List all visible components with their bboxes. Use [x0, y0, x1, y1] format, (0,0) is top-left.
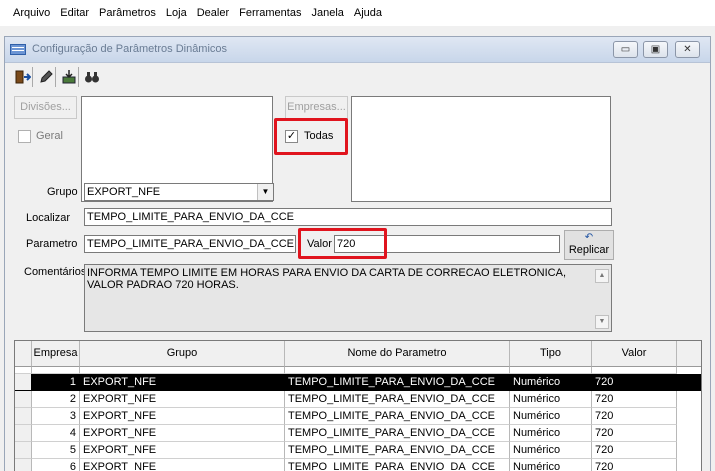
- table-row[interactable]: 5 EXPORT_NFE TEMPO_LIMITE_PARA_ENVIO_DA_CC…: [15, 442, 701, 459]
- table-spacer: [15, 367, 701, 374]
- pencil-icon[interactable]: [36, 67, 56, 87]
- parameters-table: Empresa Grupo Nome do Parametro Tipo Val…: [14, 340, 702, 471]
- cell-empresa: 1: [32, 374, 80, 391]
- grupo-select[interactable]: EXPORT_NFE ▼: [84, 183, 274, 201]
- cell-empresa: 4: [32, 425, 80, 442]
- scroll-up-icon[interactable]: ▲: [595, 269, 609, 283]
- geral-checkbox[interactable]: [18, 130, 31, 143]
- localizar-label: Localizar: [26, 212, 71, 224]
- header-filler: [677, 341, 701, 367]
- row-indicator[interactable]: [15, 374, 32, 391]
- cell-tipo: Numérico: [510, 391, 592, 408]
- menu-arquivo[interactable]: Arquivo: [8, 4, 55, 22]
- table-row[interactable]: 2 EXPORT_NFE TEMPO_LIMITE_PARA_ENVIO_DA_CC…: [15, 391, 701, 408]
- empresas-list[interactable]: [351, 96, 611, 202]
- save-icon[interactable]: [59, 67, 79, 87]
- cell-tipo: Numérico: [510, 408, 592, 425]
- scroll-down-icon[interactable]: ▼: [595, 315, 609, 329]
- cell-empresa: 5: [32, 442, 80, 459]
- empresas-button[interactable]: Empresas...: [285, 96, 348, 119]
- column-header-nome[interactable]: Nome do Parametro: [285, 341, 510, 367]
- row-indicator[interactable]: [15, 425, 32, 442]
- column-header-valor[interactable]: Valor: [592, 341, 677, 367]
- window-title: Configuração de Parâmetros Dinâmicos: [32, 43, 228, 55]
- cell-nome: TEMPO_LIMITE_PARA_ENVIO_DA_CCE: [285, 425, 510, 442]
- row-indicator[interactable]: [15, 459, 32, 471]
- column-header-empresa[interactable]: Empresa: [32, 341, 80, 367]
- exit-icon[interactable]: [13, 67, 33, 87]
- table-row[interactable]: 4 EXPORT_NFE TEMPO_LIMITE_PARA_ENVIO_DA_CC…: [15, 425, 701, 442]
- cell-empresa: 2: [32, 391, 80, 408]
- cell-nome: TEMPO_LIMITE_PARA_ENVIO_DA_CCE: [285, 374, 510, 391]
- menu-parametros[interactable]: Parâmetros: [94, 4, 161, 22]
- cell-valor: 720: [592, 391, 677, 408]
- cell-valor: 720: [592, 459, 677, 471]
- cell-tipo: Numérico: [510, 425, 592, 442]
- row-indicator[interactable]: [15, 391, 32, 408]
- parametro-label: Parametro: [26, 238, 78, 250]
- table-header: Empresa Grupo Nome do Parametro Tipo Val…: [15, 341, 701, 367]
- cell-valor: 720: [592, 425, 677, 442]
- menu-janela[interactable]: Janela: [306, 4, 348, 22]
- geral-label: Geral: [36, 130, 63, 142]
- cell-empresa: 3: [32, 408, 80, 425]
- row-indicator-header: [15, 341, 32, 367]
- table-row[interactable]: 6 EXPORT_NFE TEMPO_LIMITE_PARA_ENVIO_DA_CC…: [15, 459, 701, 471]
- window-app-icon: [10, 44, 26, 55]
- comentarios-line: INFORMA TEMPO LIMITE EM HORAS PARA ENVIO…: [87, 267, 566, 279]
- menu-loja[interactable]: Loja: [161, 4, 192, 22]
- menu-ajuda[interactable]: Ajuda: [349, 4, 387, 22]
- chevron-down-icon[interactable]: ▼: [257, 184, 273, 200]
- cell-valor: 720: [592, 374, 677, 391]
- divisoes-button[interactable]: Divisões...: [14, 96, 77, 119]
- cell-grupo: EXPORT_NFE: [80, 408, 285, 425]
- column-header-grupo[interactable]: Grupo: [80, 341, 285, 367]
- minimize-button[interactable]: ▭: [613, 41, 638, 58]
- comentarios-scrollbar[interactable]: ▲ ▼: [595, 269, 609, 329]
- menu-ferramentas[interactable]: Ferramentas: [234, 4, 306, 22]
- binoculars-icon[interactable]: [82, 67, 102, 87]
- cell-empresa: 6: [32, 459, 80, 471]
- row-indicator[interactable]: [15, 408, 32, 425]
- window-titlebar: Configuração de Parâmetros Dinâmicos ▭ ▣…: [5, 37, 710, 63]
- cell-nome: TEMPO_LIMITE_PARA_ENVIO_DA_CCE: [285, 391, 510, 408]
- comentarios-text: INFORMA TEMPO LIMITE EM HORAS PARA ENVIO…: [85, 265, 611, 293]
- cell-tipo: Numérico: [510, 374, 592, 391]
- menu-dealer[interactable]: Dealer: [192, 4, 234, 22]
- restore-button[interactable]: ▣: [643, 41, 668, 58]
- cell-grupo: EXPORT_NFE: [80, 442, 285, 459]
- cell-grupo: EXPORT_NFE: [80, 459, 285, 471]
- comentarios-textarea[interactable]: INFORMA TEMPO LIMITE EM HORAS PARA ENVIO…: [84, 264, 612, 332]
- cell-grupo: EXPORT_NFE: [80, 391, 285, 408]
- menu-bar: Arquivo Editar Parâmetros Loja Dealer Fe…: [0, 0, 715, 26]
- comentarios-label: Comentários: [24, 266, 87, 278]
- undo-icon: ↶: [584, 232, 594, 243]
- menu-editar[interactable]: Editar: [55, 4, 94, 22]
- grupo-value: EXPORT_NFE: [87, 186, 161, 198]
- localizar-input[interactable]: TEMPO_LIMITE_PARA_ENVIO_DA_CCE: [84, 208, 612, 226]
- table-row[interactable]: 1 EXPORT_NFE TEMPO_LIMITE_PARA_ENVIO_DA_CC…: [15, 374, 701, 391]
- parametro-input[interactable]: TEMPO_LIMITE_PARA_ENVIO_DA_CCE: [84, 235, 296, 253]
- column-header-tipo[interactable]: Tipo: [510, 341, 592, 367]
- grupo-label: Grupo: [47, 186, 78, 198]
- cell-tipo: Numérico: [510, 459, 592, 471]
- comentarios-line: VALOR PADRAO 720 HORAS.: [87, 279, 239, 291]
- todas-highlight: [274, 118, 348, 155]
- cell-grupo: EXPORT_NFE: [80, 425, 285, 442]
- toolbar: [13, 65, 105, 89]
- cell-valor: 720: [592, 408, 677, 425]
- cell-nome: TEMPO_LIMITE_PARA_ENVIO_DA_CCE: [285, 408, 510, 425]
- close-button[interactable]: ✕: [675, 41, 700, 58]
- table-row[interactable]: 3 EXPORT_NFE TEMPO_LIMITE_PARA_ENVIO_DA_CC…: [15, 408, 701, 425]
- cell-valor: 720: [592, 442, 677, 459]
- replicar-button[interactable]: ↶ Replicar: [564, 230, 614, 260]
- valor-highlight: [298, 228, 387, 259]
- cell-grupo: EXPORT_NFE: [80, 374, 285, 391]
- cell-nome: TEMPO_LIMITE_PARA_ENVIO_DA_CCE: [285, 442, 510, 459]
- row-indicator[interactable]: [15, 442, 32, 459]
- replicar-label: Replicar: [568, 244, 610, 256]
- cell-nome: TEMPO_LIMITE_PARA_ENVIO_DA_CCE: [285, 459, 510, 471]
- cell-tipo: Numérico: [510, 442, 592, 459]
